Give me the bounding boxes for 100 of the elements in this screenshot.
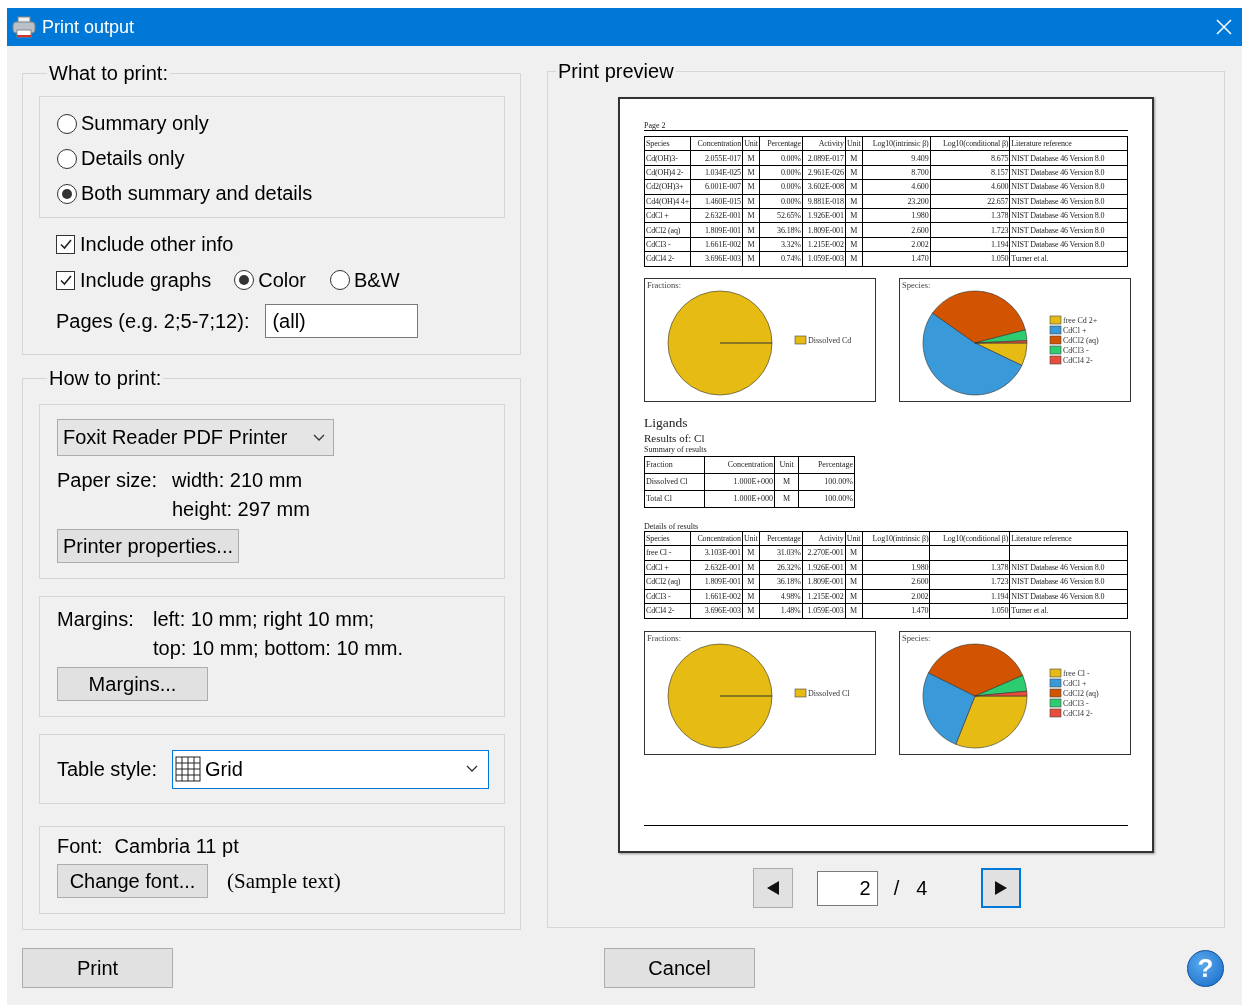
table-cell: 4.600	[862, 179, 931, 195]
table-cell: 0.00%	[759, 179, 803, 195]
table-cell: 3.696E-003	[690, 251, 743, 266]
legend-swatch	[794, 688, 807, 697]
margins-button[interactable]: Margins...	[57, 667, 208, 701]
field-label: Margins:	[57, 607, 135, 632]
chart-title: Fractions:	[647, 279, 681, 290]
column-header: Unit	[742, 531, 760, 546]
table-caption: Summary of results	[644, 444, 708, 454]
table-cell: M	[845, 179, 863, 195]
legend-label: CdCl3 -	[1063, 698, 1089, 708]
table-cell: 2.055E-017	[690, 150, 743, 166]
radio-button[interactable]	[57, 113, 77, 134]
table-cell: M	[742, 603, 760, 618]
table-cell: free Cl -	[644, 545, 691, 560]
column-header: Species	[644, 531, 691, 546]
column-header: Percentage	[759, 136, 803, 151]
legend-label: free Cd 2+	[1063, 315, 1098, 325]
field-label: Pages (e.g. 2;5-7;12):	[56, 309, 250, 333]
table-cell: M	[774, 473, 799, 490]
legend-swatch	[1049, 315, 1062, 324]
table-cell: 31.03%	[759, 545, 803, 560]
table-cell: 9.409	[862, 150, 931, 166]
table-cell: 1.050	[929, 603, 1010, 618]
table-cell: M	[845, 194, 863, 209]
checkbox[interactable]	[56, 270, 75, 290]
cancel-button[interactable]: Cancel	[604, 948, 755, 988]
table-cell: M	[742, 574, 760, 589]
table-cell: 0.00%	[759, 150, 803, 166]
table-cell: 3.103E-001	[690, 545, 743, 560]
font-value: Cambria 11 pt	[114, 834, 239, 858]
section-heading: Ligands	[644, 415, 689, 430]
printer-dropdown[interactable]: Foxit Reader PDF Printer	[57, 419, 334, 456]
table-style-dropdown[interactable]: Grid	[172, 749, 490, 789]
print-button[interactable]: Print	[22, 948, 173, 988]
table-cell: 8.675	[930, 150, 1010, 166]
table-cell: M	[845, 222, 863, 238]
radio-label: Color	[258, 268, 306, 292]
table-cell: NIST Database 46 Version 8.0	[1009, 208, 1128, 223]
column-header: Literature reference	[1009, 531, 1128, 546]
close-icon[interactable]	[1216, 19, 1232, 35]
printer-properties-button[interactable]: Printer properties...	[57, 529, 239, 563]
checkbox-label: Include other info	[80, 232, 234, 256]
page-number-field[interactable]: 2	[816, 870, 878, 906]
column-header: Literature reference	[1009, 136, 1128, 151]
column-header: Percentage	[798, 456, 855, 473]
table-caption: Details of results	[644, 521, 700, 531]
table-cell: Cd(OH)3-	[644, 150, 691, 166]
table-cell: 1.723	[930, 222, 1010, 238]
left-triangle-icon	[765, 880, 780, 896]
table-cell: 1.470	[862, 603, 930, 618]
table-cell: M	[845, 560, 863, 575]
table-cell: 3.32%	[759, 237, 803, 252]
table-cell: NIST Database 46 Version 8.0	[1009, 222, 1128, 238]
column-header: Activity	[802, 136, 846, 151]
pages-field[interactable]: (all)	[265, 304, 419, 338]
radio-button[interactable]	[57, 183, 77, 204]
table-cell: 8.700	[862, 165, 931, 180]
change-font-button[interactable]: Change font...	[57, 864, 208, 898]
group-title: Print preview	[557, 60, 675, 82]
table-cell: M	[845, 603, 863, 618]
legend-label: CdCl +	[1063, 325, 1087, 335]
chart-title: Fractions:	[647, 632, 681, 643]
table-cell: M	[742, 208, 760, 223]
table-cell: 1.809E-001	[690, 222, 743, 238]
table-cell: 1.034E-025	[690, 165, 743, 180]
table-cell: 36.18%	[759, 574, 803, 589]
table-cell: 1.661E-002	[690, 589, 743, 604]
radio-button[interactable]	[330, 270, 350, 290]
table-cell: 36.18%	[759, 222, 803, 238]
table-cell: 1.809E-001	[802, 222, 846, 238]
table-cell: 1.926E-001	[802, 208, 846, 223]
table-cell: CdCl2 (aq)	[644, 222, 691, 238]
table-cell: 1.723	[929, 574, 1010, 589]
radio-button[interactable]	[234, 270, 255, 290]
table-cell: 2.002	[862, 237, 931, 252]
chart-title: Species:	[902, 279, 931, 290]
table-cell: CdCl4 2-	[644, 603, 691, 618]
table-cell: 2.632E-001	[690, 560, 743, 575]
previous-page-button[interactable]	[752, 868, 793, 908]
table-cell: 1.980	[862, 560, 930, 575]
legend-swatch	[1049, 668, 1062, 677]
next-page-button[interactable]	[981, 868, 1022, 908]
legend-label: CdCl2 (aq)	[1063, 335, 1099, 345]
table-cell: 1.059E-003	[802, 251, 846, 266]
legend-swatch	[1049, 355, 1062, 364]
table-cell: Turner et al.	[1009, 603, 1128, 618]
paper-height: height: 297 mm	[172, 497, 311, 522]
legend-label: CdCl4 2-	[1063, 708, 1093, 718]
table-cell: CdCl +	[644, 560, 691, 575]
checkbox[interactable]	[56, 234, 75, 254]
radio-button[interactable]	[57, 148, 77, 169]
table-cell: 0.74%	[759, 251, 803, 266]
table-cell: M	[774, 490, 799, 507]
table-cell: M	[742, 589, 760, 604]
table-cell: M	[742, 222, 760, 238]
column-header: Unit	[774, 456, 799, 473]
legend-swatch	[794, 335, 807, 344]
table-cell: 9.881E-018	[802, 194, 846, 209]
column-header: Species	[644, 136, 691, 151]
